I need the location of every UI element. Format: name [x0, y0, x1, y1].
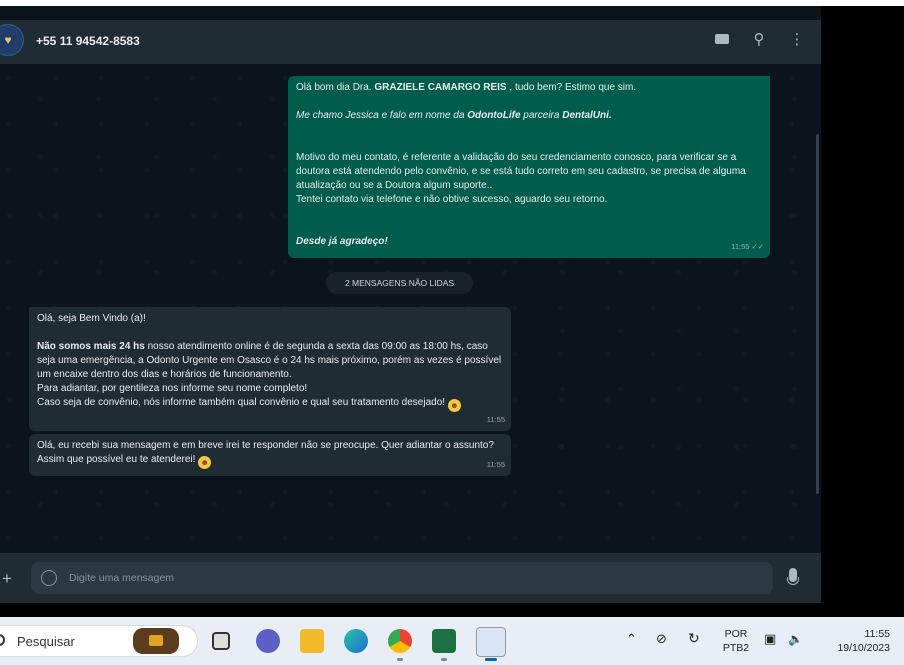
attach-icon[interactable]: +: [2, 569, 12, 589]
emoji-icon[interactable]: [41, 570, 57, 586]
menu-icon[interactable]: ⋮: [789, 30, 805, 48]
chat-scrollbar[interactable]: [816, 134, 819, 494]
running-indicator: [397, 658, 403, 661]
chat-panel[interactable]: Olá bom dia Dra. GRAZIELE CAMARGO REIS ,…: [0, 64, 821, 553]
volume-icon[interactable]: 🔈: [788, 632, 803, 646]
clock-date: 19/10/2023: [837, 642, 890, 654]
read-ticks-icon: ✓✓: [751, 242, 764, 251]
clock-time: 11:55: [864, 628, 891, 640]
clock[interactable]: 11:55 19/10/2023: [820, 627, 890, 655]
message-line: Olá, eu recebi sua mensagem e em breve i…: [37, 439, 503, 469]
sync-icon[interactable]: ↻: [688, 631, 700, 645]
text-span: Me chamo Jessica e falo em nome da: [296, 110, 468, 121]
teams-icon[interactable]: [256, 629, 280, 653]
whatsapp-window: ♥ +55 11 94542-8583 ⚲ ⋮ Olá bom dia Dra.…: [0, 6, 821, 603]
message-input[interactable]: Digite uma mensagem: [31, 562, 773, 594]
text-span: Olá bom dia Dra.: [296, 82, 375, 93]
network-off-icon[interactable]: ⊘: [656, 632, 667, 646]
search-label: Pesquisar: [17, 634, 75, 649]
message-placeholder: Digite uma mensagem: [69, 572, 175, 584]
message-greeting: Olá, seja Bem Vindo (a)!: [37, 313, 146, 324]
message-line: Caso seja de convênio, nós informe també…: [37, 396, 503, 412]
composer-bar: + Digite uma mensagem: [0, 553, 821, 603]
contact-name[interactable]: +55 11 94542-8583: [36, 34, 140, 48]
chevron-up-icon[interactable]: ⌃: [626, 632, 637, 646]
smiling-face-icon: ☻: [447, 399, 461, 412]
taskbar: Pesquisar ⌃ ⊘ ↻ POR PTB2 ▣ 🔈 11:55 19/10…: [0, 617, 904, 665]
incoming-message[interactable]: Olá, seja Bem Vindo (a)! Não somos mais …: [29, 307, 511, 431]
brand-name: OdontoLife: [467, 110, 521, 121]
screen: ♥ +55 11 94542-8583 ⚲ ⋮ Olá bom dia Dra.…: [0, 0, 904, 665]
language-indicator[interactable]: POR PTB2: [718, 627, 754, 655]
bold-text: Não somos mais 24 hs: [37, 341, 145, 352]
message-paragraph: Não somos mais 24 hs nosso atendimento o…: [37, 340, 503, 382]
microphone-icon[interactable]: [787, 568, 799, 585]
header-actions: ⚲ ⋮: [715, 30, 805, 48]
message-closing: Desde já agradeço!: [296, 236, 388, 247]
message-paragraph: Motivo do meu contato, é referente a val…: [296, 152, 746, 191]
briefcase-icon[interactable]: [133, 628, 179, 654]
text-span: parceira: [520, 110, 563, 121]
message-line: Para adiantar, por gentileza nos informe…: [37, 383, 308, 394]
smiling-face-icon: ☻: [198, 456, 212, 469]
lang-code: POR: [724, 628, 748, 640]
label-icon[interactable]: [715, 34, 729, 44]
task-view-icon[interactable]: [212, 632, 230, 650]
search-icon: [0, 634, 5, 646]
excel-icon[interactable]: [432, 629, 456, 653]
message-paragraph: Tentei contato via telefone e não obtive…: [296, 194, 608, 205]
chrome-icon[interactable]: [388, 629, 412, 653]
edge-icon[interactable]: [344, 629, 368, 653]
chat-header[interactable]: ♥ +55 11 94542-8583 ⚲ ⋮: [0, 20, 821, 64]
message-time: 11:55: [486, 460, 505, 469]
brand-name: DentalUni.: [562, 110, 612, 121]
folder-icon[interactable]: [300, 629, 324, 653]
keyboard-layout: PTB2: [722, 642, 750, 654]
search-icon[interactable]: ⚲: [751, 30, 767, 48]
active-indicator: [485, 658, 497, 661]
taskbar-search[interactable]: Pesquisar: [0, 625, 198, 657]
running-indicator: [441, 658, 447, 661]
text-span: Olá, eu recebi sua mensagem e em breve i…: [37, 440, 494, 465]
text-span: , tudo bem? Estimo que sim.: [506, 82, 637, 93]
outgoing-message[interactable]: Olá bom dia Dra. GRAZIELE CAMARGO REIS ,…: [288, 76, 770, 258]
text-span: Caso seja de convênio, nós informe també…: [37, 397, 446, 408]
message-time: 11:55 ✓✓: [731, 242, 764, 251]
doctor-name: GRAZIELE CAMARGO REIS: [374, 82, 507, 93]
message-time: 11:55: [486, 415, 505, 424]
display-icon[interactable]: ▣: [764, 632, 776, 646]
unread-badge: 2 MENSAGENS NÃO LIDAS: [326, 272, 473, 294]
avatar[interactable]: ♥: [0, 24, 24, 56]
incoming-message[interactable]: Olá, eu recebi sua mensagem e em breve i…: [29, 434, 511, 476]
message-line: Me chamo Jessica e falo em nome da Odont…: [296, 109, 762, 123]
snipping-tool-icon[interactable]: [476, 627, 506, 657]
message-line: Olá bom dia Dra. GRAZIELE CAMARGO REIS ,…: [296, 81, 762, 95]
